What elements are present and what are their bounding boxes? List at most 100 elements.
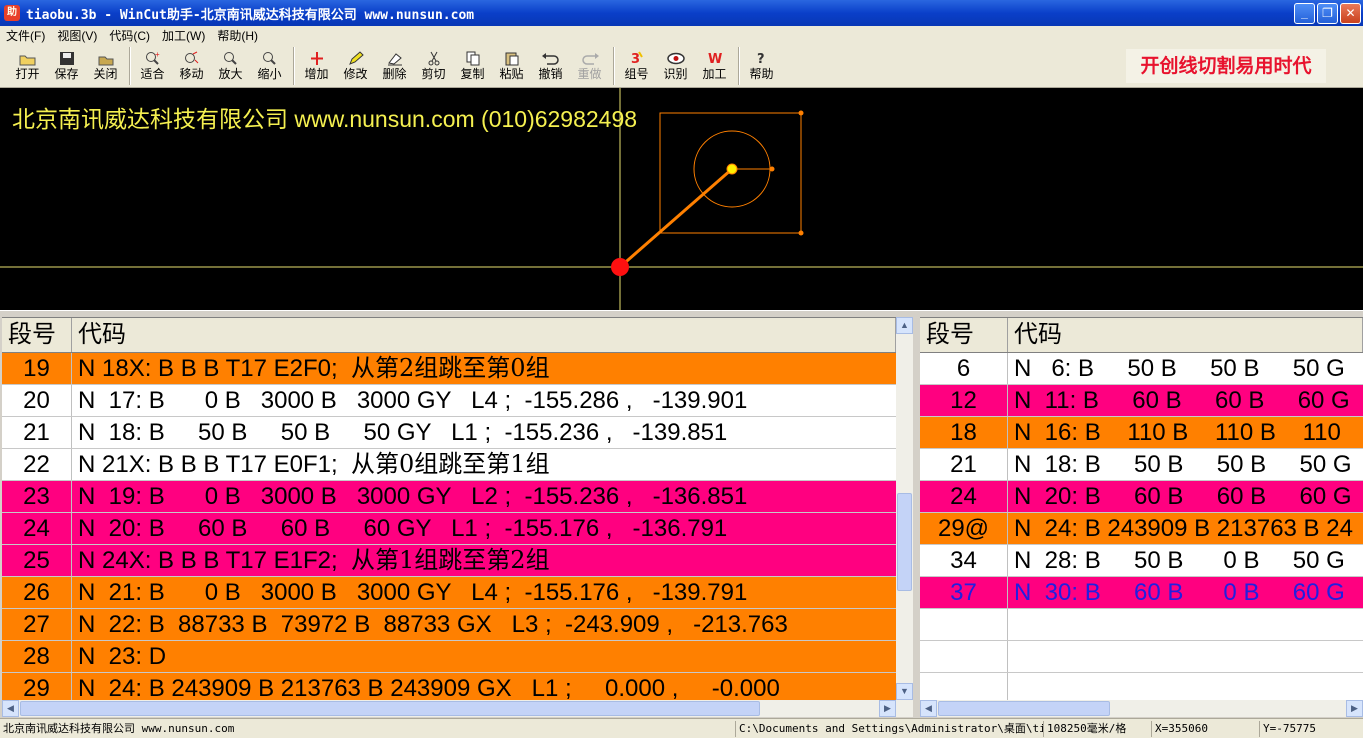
table-row[interactable]: 25 N 24X: B B B T17 E1F2; 从第1组跳至第2组 [2,545,896,577]
zoom-out-button[interactable]: 缩小 [250,47,289,85]
column-header-code[interactable]: 代码 [1008,318,1363,352]
code-cell: N 22: B 88733 B 73972 B 88733 GX L3 ; -2… [72,609,896,640]
left-vertical-scrollbar[interactable]: ▲ ▼ [896,317,913,700]
delete-label: 删除 [382,67,407,81]
status-company: 北京南讯威达科技有限公司 www.nunsun.com [3,722,235,735]
menu-machining[interactable]: 加工(W) [156,27,211,44]
eye-icon [666,50,686,67]
close-file-button[interactable]: 关闭 [86,47,125,85]
scroll-thumb[interactable] [938,701,1110,716]
add-plus-icon [307,50,327,67]
code-cell: N 17: B 0 B 3000 B 3000 GY L4 ; -155.286… [72,385,896,416]
table-row[interactable]: 19 N 18X: B B B T17 E2F0; 从第2组跳至第0组 [2,353,896,385]
segment-number-cell: 6 [920,353,1008,384]
table-row[interactable]: 28 N 23: D [2,641,896,673]
menu-file[interactable]: 文件(F) [0,27,51,44]
lead-in-line [619,167,733,269]
table-row[interactable]: 22 N 21X: B B B T17 E0F1; 从第0组跳至第1组 [2,449,896,481]
segment-number-cell: 24 [920,481,1008,512]
close-icon[interactable]: ✕ [1340,3,1361,24]
table-row[interactable]: 23 N 19: B 0 B 3000 B 3000 GY L2 ; -155.2… [2,481,896,513]
left-horizontal-scrollbar[interactable]: ◀ ▶ [2,700,913,717]
help-button[interactable]: ? 帮助 [742,47,781,85]
right-horizontal-scrollbar[interactable]: ◀ ▶ [920,700,1363,717]
table-row[interactable]: 34 N 28: B 50 B 0 B 50 G [920,545,1363,577]
table-row[interactable]: 29@ N 24: B 243909 B 213763 B 24 [920,513,1363,545]
column-header-segment[interactable]: 段号 [920,318,1008,352]
column-header-segment[interactable]: 段号 [2,318,72,352]
restore-icon[interactable]: ❐ [1317,3,1338,24]
app-icon[interactable]: 助 [4,5,20,21]
table-row[interactable]: 37 N 30: B 60 B 0 B 60 G [920,577,1363,609]
table-row[interactable]: 24 N 20: B 60 B 60 B 60 G [920,481,1363,513]
copy-button[interactable]: 复制 [453,47,492,85]
table-row[interactable]: 29 N 24: B 243909 B 213763 B 243909 GX L1… [2,673,896,700]
table-row[interactable]: 20 N 17: B 0 B 3000 B 3000 GY L4 ; -155.2… [2,385,896,417]
zoom-fit-button[interactable]: + 适合 [133,47,172,85]
table-row[interactable] [920,641,1363,673]
svg-text:3: 3 [631,52,640,66]
add-label: 增加 [304,67,329,81]
table-row[interactable] [920,609,1363,641]
scroll-right-icon[interactable]: ▶ [1346,700,1363,717]
segment-number-cell: 12 [920,385,1008,416]
recognize-button[interactable]: 识别 [656,47,695,85]
slogan-banner: 开创线切割易用时代 [1126,49,1326,83]
table-row[interactable]: 27 N 22: B 88733 B 73972 B 88733 GX L3 ; … [2,609,896,641]
table-row[interactable] [920,673,1363,700]
table-row[interactable]: 21 N 18: B 50 B 50 B 50 G [920,449,1363,481]
drawing-canvas[interactable]: 北京南讯威达科技有限公司 www.nunsun.com (010)6298249… [0,88,1363,310]
scroll-up-icon[interactable]: ▲ [896,317,913,334]
redo-label: 重做 [577,67,602,81]
segment-number-cell: 37 [920,577,1008,608]
segment-number-cell: 23 [2,481,72,512]
menu-code[interactable]: 代码(C) [103,27,156,44]
group-number-button[interactable]: 3 组号 [617,47,656,85]
open-button[interactable]: 打开 [8,47,47,85]
toolbar-group-view: + 适合 移动 放大 缩小 [130,47,291,85]
table-header: 段号 代码 [2,318,896,353]
table-row[interactable]: 26 N 21: B 0 B 3000 B 3000 GY L4 ; -155.1… [2,577,896,609]
code-text: N 16: B 110 B 110 B 110 [1014,419,1341,446]
table-row[interactable]: 6N 6: B 50 B 50 B 50 G [920,353,1363,385]
zoom-in-button[interactable]: 放大 [211,47,250,85]
machining-w-icon: W [705,50,725,67]
machining-button[interactable]: W 加工 [695,47,734,85]
add-button[interactable]: 增加 [297,47,336,85]
status-x-coordinate: X=355060 [1151,721,1259,737]
scroll-down-icon[interactable]: ▼ [896,683,913,700]
copy-icon [463,50,483,67]
table-row[interactable]: 12 N 11: B 60 B 60 B 60 G [920,385,1363,417]
scroll-right-icon[interactable]: ▶ [879,700,896,717]
save-button[interactable]: 保存 [47,47,86,85]
cut-button[interactable]: 剪切 [414,47,453,85]
column-header-code[interactable]: 代码 [72,318,896,352]
undo-button[interactable]: 撤销 [531,47,570,85]
window-controls: _ ❐ ✕ [1294,3,1361,24]
segment-number-cell: 18 [920,417,1008,448]
pane-splitter[interactable] [0,310,1363,317]
table-row[interactable]: 21 N 18: B 50 B 50 B 50 GY L1 ; -155.236 … [2,417,896,449]
scroll-thumb[interactable] [20,701,760,716]
code-text: N 30: B 60 B 0 B 60 G [1014,579,1345,606]
pan-button[interactable]: 移动 [172,47,211,85]
scroll-left-icon[interactable]: ◀ [920,700,937,717]
menu-view[interactable]: 视图(V) [51,27,103,44]
redo-icon [580,50,600,67]
delete-button[interactable]: 删除 [375,47,414,85]
table-row[interactable]: 24 N 20: B 60 B 60 B 60 GY L1 ; -155.176 … [2,513,896,545]
redo-button[interactable]: 重做 [570,47,609,85]
paste-button[interactable]: 粘贴 [492,47,531,85]
eraser-icon [385,50,405,67]
scroll-left-icon[interactable]: ◀ [2,700,19,717]
table-row[interactable]: 18 N 16: B 110 B 110 B 110 [920,417,1363,449]
minimize-icon[interactable]: _ [1294,3,1315,24]
menu-help[interactable]: 帮助(H) [211,27,264,44]
toolbar-group-process: 3 组号 识别 W 加工 [614,47,736,85]
edit-button[interactable]: 修改 [336,47,375,85]
code-text: N 24X: B B B T17 E1F2; [78,547,352,574]
segment-number-cell: 22 [2,449,72,480]
menu-bar: 文件(F) 视图(V) 代码(C) 加工(W) 帮助(H) [0,26,1363,45]
scroll-thumb[interactable] [897,493,912,591]
code-cell: N 18: B 50 B 50 B 50 GY L1 ; -155.236 , … [72,417,896,448]
